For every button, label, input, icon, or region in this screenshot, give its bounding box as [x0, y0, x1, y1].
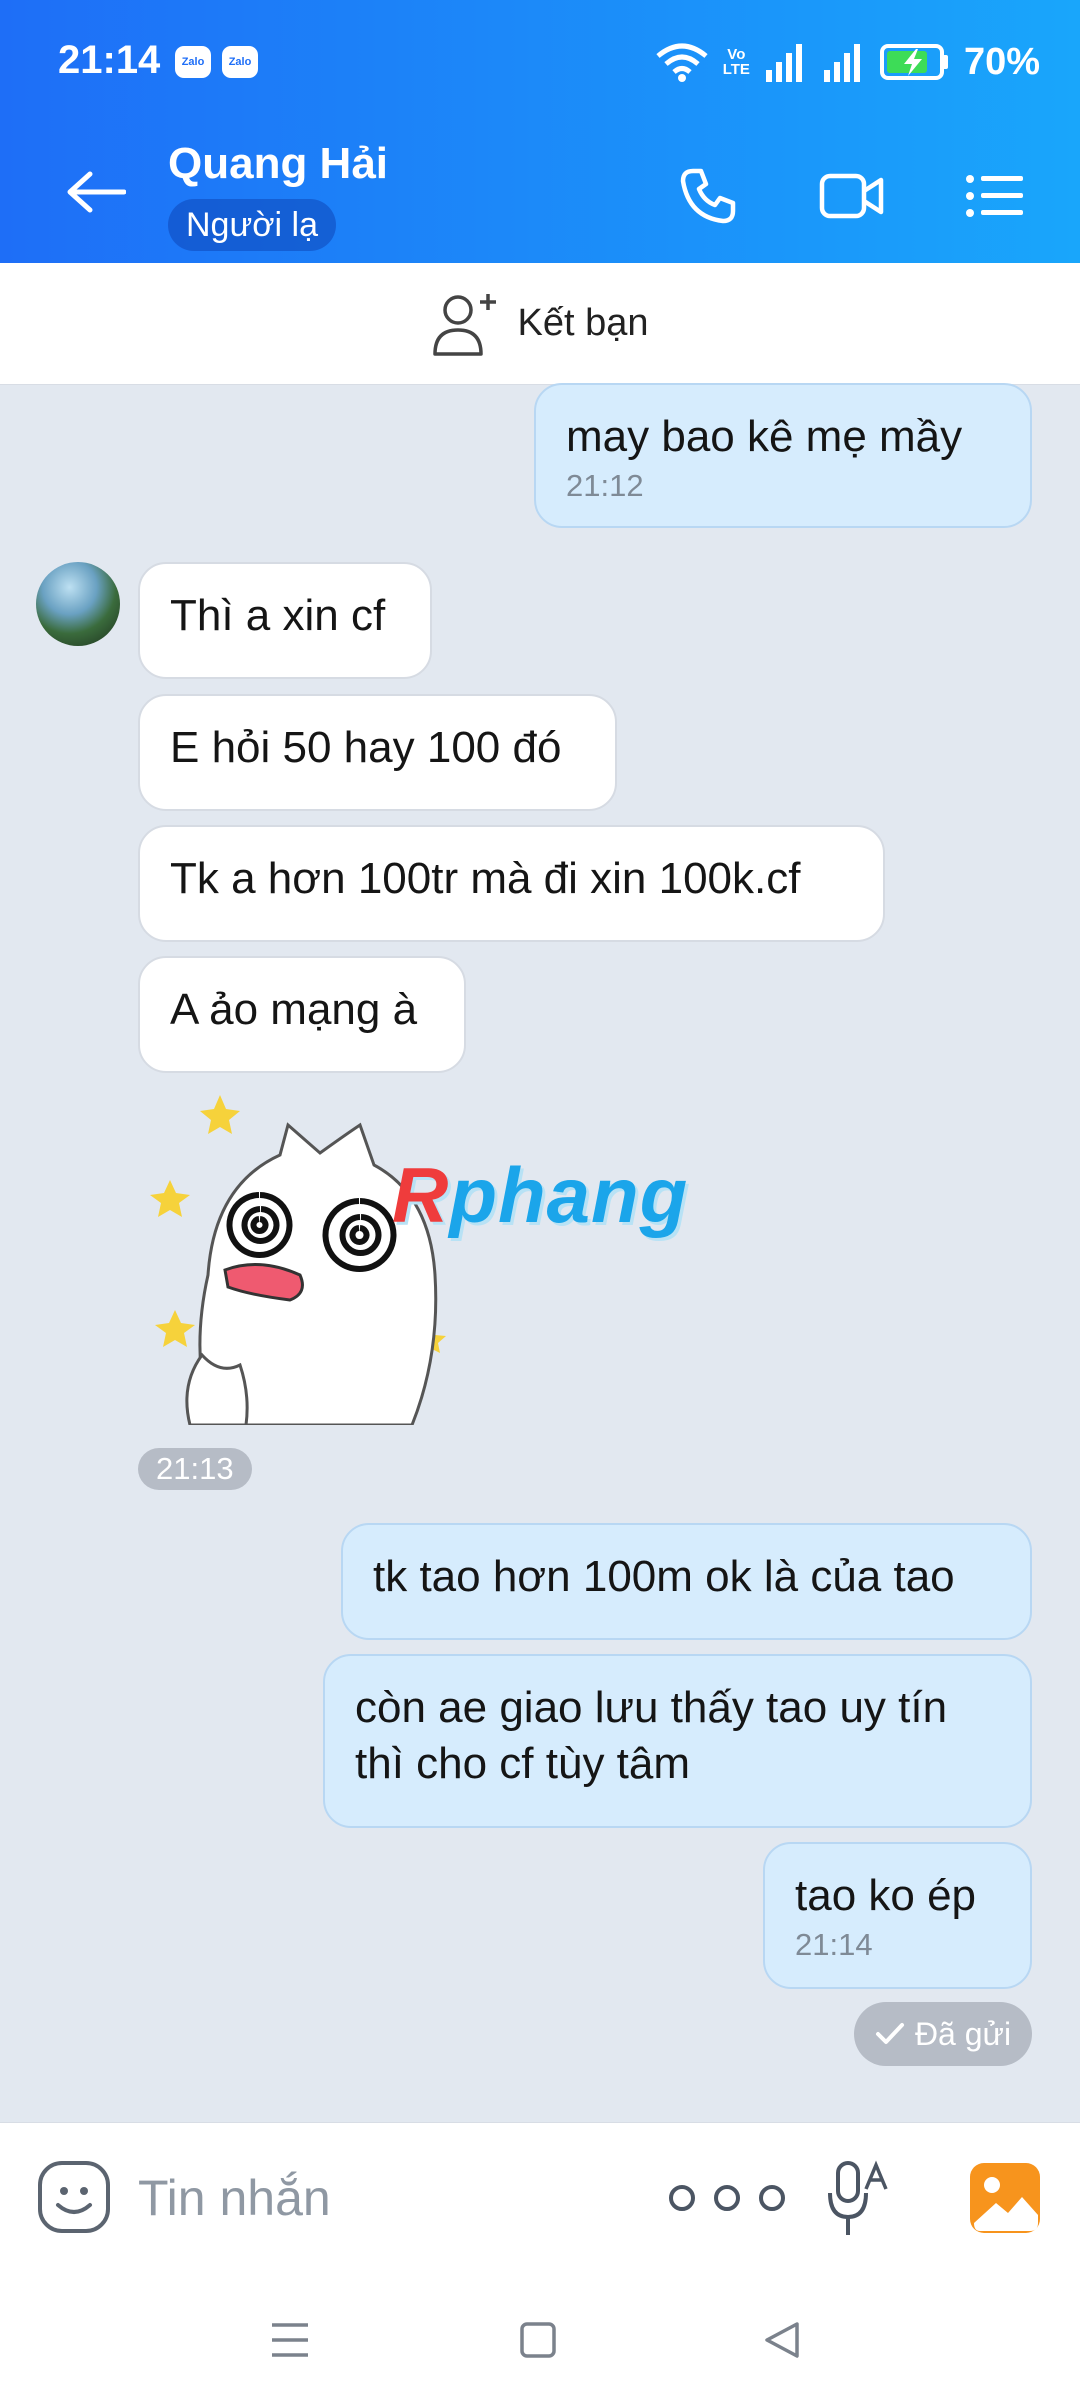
message-bubble-outgoing[interactable]: tk tao hơn 100m ok là của tao — [341, 1523, 1032, 1640]
message-text: Thì a xin cf — [170, 591, 386, 640]
back-arrow-icon — [67, 171, 126, 213]
message-input[interactable] — [138, 2163, 618, 2233]
contact-name[interactable]: Quang Hải — [168, 139, 388, 189]
sticker-emoji-icon[interactable] — [36, 2159, 112, 2235]
message-bubble-incoming[interactable]: A ảo mạng à — [138, 956, 466, 1073]
message-text: may bao kê mẹ mầy — [566, 412, 963, 461]
zalo-notification-icon: Zalo — [222, 46, 258, 78]
dizzy-cat-sticker[interactable] — [150, 1095, 460, 1425]
options-menu-button[interactable] — [960, 163, 1030, 229]
system-back-button[interactable] — [752, 2312, 812, 2368]
message-bubble-outgoing[interactable]: may bao kê mẹ mầy 21:12 — [534, 383, 1032, 528]
app-bar: Quang Hải Người lạ — [0, 125, 1080, 263]
check-icon — [875, 2023, 904, 2044]
avatar[interactable] — [36, 562, 120, 646]
back-button[interactable] — [56, 155, 136, 229]
add-person-icon — [432, 293, 496, 356]
home-square-icon — [520, 2322, 556, 2358]
voice-text-mic-icon[interactable] — [826, 2159, 890, 2239]
battery-charging-icon — [879, 44, 948, 80]
stranger-badge: Người lạ — [168, 199, 336, 251]
message-text: E hỏi 50 hay 100 đó — [170, 723, 562, 772]
message-bubble-outgoing[interactable]: còn ae giao lưu thấy tao uy tín thì cho … — [323, 1654, 1032, 1828]
message-bubble-incoming[interactable]: Thì a xin cf — [138, 562, 432, 679]
recent-apps-icon — [272, 2323, 308, 2357]
signal-icon — [823, 44, 860, 82]
back-triangle-icon — [765, 2322, 799, 2358]
message-text: tao ko ép — [795, 1871, 977, 1920]
wifi-icon — [656, 43, 708, 82]
message-bubble-outgoing[interactable]: tao ko ép 21:14 — [763, 1842, 1032, 1989]
status-time: 21:14 — [58, 38, 161, 82]
message-bubble-incoming[interactable]: E hỏi 50 hay 100 đó — [138, 694, 617, 811]
volte-indicator: Vo LTE — [722, 46, 750, 78]
message-text: tk tao hơn 100m ok là của tao — [373, 1552, 955, 1601]
chat-header: 21:14 Zalo Zalo Vo LTE 70% Quang Hải Ngư… — [0, 0, 1080, 263]
message-bubble-incoming[interactable]: Tk a hơn 100tr mà đi xin 100k.cf — [138, 825, 885, 942]
recent-apps-button[interactable] — [260, 2312, 320, 2368]
message-text: A ảo mạng à — [170, 985, 418, 1034]
message-time: 21:12 — [566, 468, 644, 503]
home-button[interactable] — [508, 2312, 568, 2368]
photo-gallery-icon[interactable] — [968, 2161, 1042, 2235]
video-call-icon — [819, 173, 884, 219]
sent-status-badge: Đã gửi — [854, 2002, 1032, 2066]
message-time: 21:14 — [795, 1927, 873, 1962]
voice-call-button[interactable] — [673, 163, 743, 229]
video-call-button[interactable] — [817, 163, 887, 229]
message-composer — [0, 2122, 1080, 2272]
more-options-icon[interactable] — [662, 2173, 792, 2223]
zalo-notification-icon: Zalo — [175, 46, 211, 78]
status-bar: 21:14 Zalo Zalo Vo LTE 70% — [0, 0, 1080, 125]
menu-list-icon — [966, 175, 1023, 217]
message-text: còn ae giao lưu thấy tao uy tín thì cho … — [355, 1683, 948, 1788]
battery-percent: 70% — [963, 40, 1040, 83]
message-text: Tk a hơn 100tr mà đi xin 100k.cf — [170, 854, 801, 903]
add-friend-button[interactable]: Kết bạn — [0, 263, 1080, 385]
add-friend-label: Kết bạn — [517, 302, 649, 344]
system-navigation-bar — [0, 2272, 1080, 2400]
sticker-time: 21:13 — [138, 1448, 252, 1490]
phone-icon — [680, 168, 736, 224]
signal-icon — [765, 44, 802, 82]
watermark-logo: Rphang — [392, 1151, 689, 1239]
